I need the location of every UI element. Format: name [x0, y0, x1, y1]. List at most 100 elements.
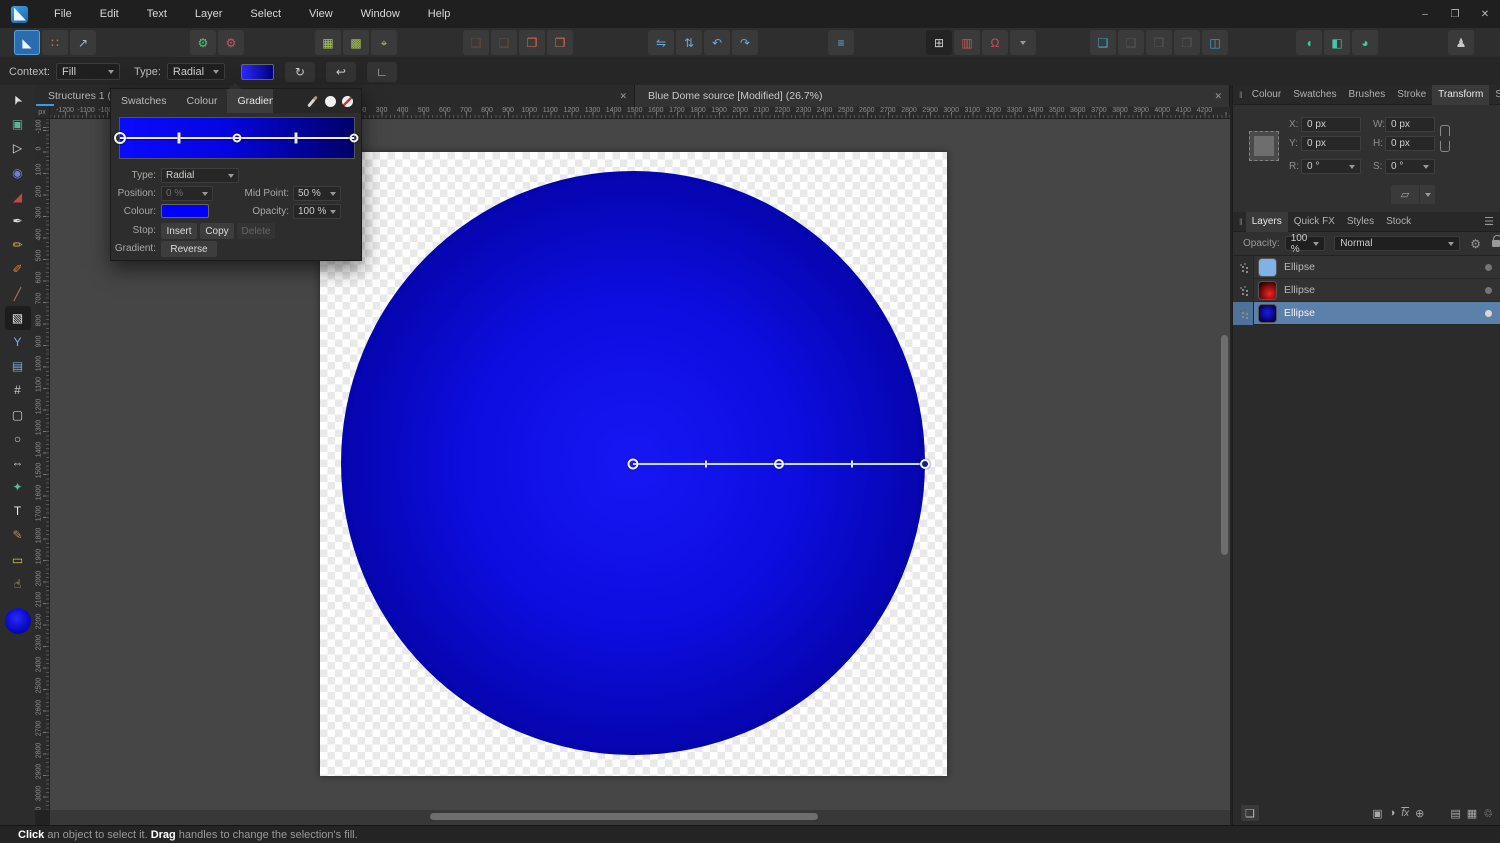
w-field[interactable]: 0 px [1385, 117, 1435, 132]
popup-gradient-stop[interactable] [232, 133, 242, 143]
menu-file[interactable]: File [40, 0, 86, 28]
stop-opacity-select[interactable]: 100 % [293, 204, 341, 219]
layer-thumbnail-icon[interactable] [1258, 303, 1277, 323]
layer-visibility-toggle[interactable] [1485, 309, 1492, 317]
layer-row[interactable]: Ellipse [1233, 278, 1500, 302]
panel-drag-handle[interactable]: ‖ [1239, 90, 1243, 100]
live-filter-icon[interactable]: ⊕ [1415, 807, 1424, 820]
tab-brushes[interactable]: Brushes [1343, 85, 1392, 105]
place-image-tool[interactable]: ▤ [5, 354, 31, 378]
revert-defaults-gear-icon[interactable]: ⚙ [218, 30, 244, 55]
menu-help[interactable]: Help [414, 0, 465, 28]
boolean-divide-icon[interactable]: ◫ [1202, 30, 1228, 55]
tab-quick-fx[interactable]: Quick FX [1288, 212, 1341, 232]
designer-persona-icon[interactable]: ◣ [14, 30, 40, 55]
transform-origin-button[interactable]: ▱ [1391, 185, 1419, 204]
pixel-persona-icon[interactable]: ∷ [42, 30, 68, 55]
guides-grid-icon[interactable]: ▩ [343, 30, 369, 55]
tab-styles[interactable]: Styles [1341, 212, 1380, 232]
gradient-midpoint-handle[interactable] [851, 460, 853, 468]
tab-swatches[interactable]: Swatches [1287, 85, 1342, 105]
node-tool[interactable]: ▷ [5, 136, 31, 160]
flip-horizontal-icon[interactable]: ⇋ [648, 30, 674, 55]
corner-tool[interactable]: ◢ [5, 185, 31, 209]
horizontal-scrollbar[interactable] [430, 813, 818, 820]
pencil-tool[interactable]: ✏ [5, 233, 31, 257]
vector-crop-tool[interactable]: # [5, 378, 31, 402]
constrain-link-icon[interactable] [1439, 125, 1450, 152]
panel-drag-handle[interactable]: ‖ [1239, 217, 1243, 227]
close-button[interactable]: ✕ [1470, 0, 1500, 28]
tab-transform[interactable]: Transform [1432, 84, 1490, 105]
lock-icon[interactable] [1491, 235, 1500, 247]
menu-select[interactable]: Select [236, 0, 295, 28]
gradient-midpoint-handle[interactable] [705, 460, 707, 468]
mask-layer-icon[interactable]: ▣ [1372, 807, 1382, 820]
none-swatch-icon[interactable] [342, 95, 353, 107]
colour-picker-tool[interactable]: ✎ [5, 523, 31, 547]
layer-visibility-toggle[interactable] [1485, 286, 1492, 294]
move-tool[interactable]: ➤ [5, 88, 31, 112]
rotate-gradient-button[interactable]: ↻ [284, 61, 315, 82]
rotation-select[interactable]: 0 ° [1301, 159, 1361, 174]
insert-on-top-icon[interactable]: ◕ [1352, 30, 1378, 55]
popup-tab-swatches[interactable]: Swatches [111, 89, 177, 113]
menu-window[interactable]: Window [347, 0, 414, 28]
new-layer-icon[interactable]: ▤ [1450, 807, 1460, 820]
menu-text[interactable]: Text [133, 0, 181, 28]
tab-layers[interactable]: Layers [1245, 211, 1288, 232]
white-swatch-icon[interactable] [325, 95, 336, 107]
minimize-button[interactable]: – [1410, 0, 1440, 28]
tab-close-icon[interactable]: ✕ [1214, 91, 1222, 102]
panel-menu-icon[interactable]: ☰ [1484, 215, 1494, 228]
context-select[interactable]: Fill [55, 63, 120, 80]
restore-button[interactable]: ❐ [1440, 0, 1470, 28]
ellipse-tool[interactable]: ○ [5, 427, 31, 451]
tab-colour[interactable]: Colour [1246, 85, 1287, 105]
arrow-shape-tool[interactable]: ⇔ [5, 451, 31, 475]
boolean-add-icon[interactable]: ❑ [1090, 30, 1116, 55]
colour-picker-icon[interactable] [306, 95, 319, 108]
popup-gradient-midpoint[interactable] [294, 132, 297, 144]
rotate-ccw-icon[interactable]: ↶ [704, 30, 730, 55]
new-pixel-layer-icon[interactable]: ▦ [1467, 807, 1477, 820]
adjustment-layer-icon[interactable]: ◑ [1389, 807, 1396, 819]
fill-colour-swatch[interactable] [4, 607, 31, 634]
knife-tool[interactable]: ╱ [5, 282, 31, 306]
point-transform-tool[interactable]: ◉ [5, 161, 31, 185]
menu-edit[interactable]: Edit [86, 0, 133, 28]
vector-brush-tool[interactable]: ✐ [5, 257, 31, 281]
fill-tool[interactable]: ▧ [4, 305, 31, 330]
blend-mode-select[interactable]: Normal [1334, 236, 1461, 251]
alignment-icon[interactable]: ≡ [828, 30, 854, 55]
account-icon[interactable]: ♟ [1448, 30, 1474, 55]
rotation-centre-icon[interactable]: ⌖ [371, 30, 397, 55]
gradient-type-select[interactable]: Radial [166, 63, 225, 80]
frame-text-tool[interactable]: T [5, 499, 31, 523]
gradient-stop-handle[interactable] [774, 459, 784, 469]
pen-tool[interactable]: ✒ [5, 209, 31, 233]
measure-tool[interactable]: ▭ [5, 548, 31, 572]
fx-icon[interactable]: fx [1401, 808, 1409, 819]
artboard-tool[interactable]: ▣ [5, 112, 31, 136]
insert-behind-icon[interactable]: ◖ [1296, 30, 1322, 55]
layer-row[interactable]: Ellipse [1233, 301, 1500, 325]
popup-gradient-stop[interactable] [114, 132, 126, 144]
anchor-point-selector-icon[interactable] [1249, 131, 1279, 161]
copy-stop-button[interactable]: Copy [200, 223, 234, 239]
gradient-swatch-button[interactable] [240, 63, 274, 80]
rotate-cw-icon[interactable]: ↷ [732, 30, 758, 55]
gradient-stop-handle[interactable] [627, 458, 639, 470]
reverse-gradient-button[interactable]: ↩ [325, 61, 356, 82]
ruler-units-corner[interactable]: px [35, 107, 50, 119]
insert-stop-button[interactable]: Insert [161, 223, 197, 239]
export-persona-icon[interactable]: ↗ [70, 30, 96, 55]
tab-stock[interactable]: Stock [1380, 212, 1417, 232]
rectangle-tool[interactable]: ▢ [5, 402, 31, 426]
document-tab[interactable]: Blue Dome source [Modified] (26.7%) ✕ [635, 85, 1230, 107]
gradient-end-handle[interactable] [920, 459, 930, 469]
layer-row[interactable]: Ellipse [1233, 255, 1500, 279]
snapping-options-chevron[interactable] [1010, 30, 1036, 55]
opacity-select[interactable]: 100 % [1284, 233, 1326, 255]
move-backward-icon[interactable]: ❐ [519, 30, 545, 55]
